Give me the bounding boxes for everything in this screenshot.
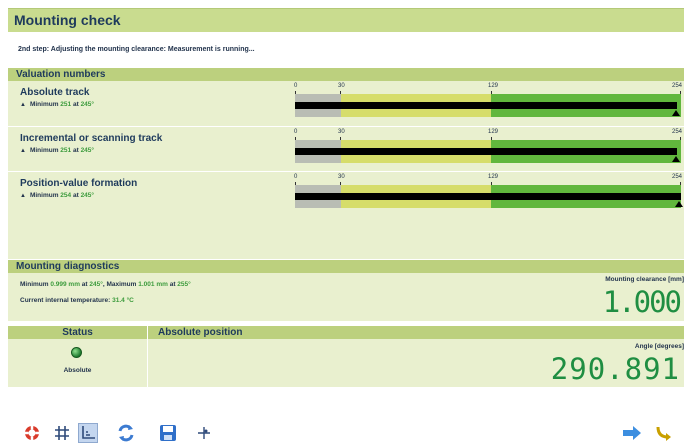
minimum-label: Minimum (20, 281, 49, 288)
minimum-marker-icon (672, 110, 680, 116)
minimum-value: 0.999 mm (50, 281, 80, 288)
scale-label-129: 129 (488, 174, 499, 180)
valuation-row-incremental-track: Incremental or scanning track ▲ Minimum 2… (8, 126, 684, 171)
valuation-bar (295, 185, 683, 208)
scale-label-0: 0 (294, 129, 298, 135)
status-heading: Status (62, 327, 93, 338)
refresh-icon[interactable] (116, 423, 136, 443)
row-minimum: ▲ Minimum 251 at 245° (20, 147, 94, 154)
minimum-marker-icon (672, 156, 680, 162)
scale-label-30: 30 (338, 129, 345, 135)
angle-label: Angle [degrees] (634, 343, 684, 350)
bar-fill (295, 148, 677, 155)
minimum-label: Minimum (29, 192, 59, 199)
maximum-value: 1.001 mm (138, 281, 168, 288)
scale-label-254: 254 (672, 129, 683, 135)
scale-label-30: 30 (338, 83, 345, 89)
minimum-angle: 245° (80, 147, 95, 154)
bottom-toolbar (0, 420, 684, 446)
temperature-value: 31.4 °C (112, 297, 134, 304)
window-title: Mounting check (14, 12, 121, 28)
valuation-heading: Valuation numbers (16, 69, 106, 80)
minimum-marker-icon (675, 201, 683, 207)
scale-label-129: 129 (488, 83, 499, 89)
at-label: at (72, 101, 79, 108)
min-max-line: Minimum 0.999 mm at 245°, Maximum 1.001 … (20, 281, 191, 288)
row-minimum: ▲ Minimum 254 at 245° (20, 192, 94, 199)
valuation-panel: Absolute track ▲ Minimum 251 at 245° 0 30… (8, 81, 684, 259)
scale-label-254: 254 (672, 83, 683, 89)
valuation-bar (295, 94, 681, 117)
save-icon[interactable] (158, 423, 178, 443)
angle-readout: 290.891 (550, 352, 680, 386)
step-status-text: 2nd step: Adjusting the mounting clearan… (18, 46, 255, 53)
bar-fill (295, 193, 681, 200)
at-label: at (72, 192, 79, 199)
exit-icon[interactable] (654, 423, 674, 443)
scale-label-129: 129 (488, 129, 499, 135)
minimum-angle: 245° (80, 101, 95, 108)
triangle-up-icon: ▲ (20, 193, 26, 199)
status-header: Status Absolute position (8, 326, 684, 339)
status-led-label: Absolute (63, 367, 92, 374)
diagnostics-header: Mounting diagnostics (8, 260, 684, 273)
diagnostics-panel: Minimum 0.999 mm at 245°, Maximum 1.001 … (8, 273, 684, 321)
minimum-label: Minimum (29, 147, 59, 154)
window-title-bar: Mounting check (8, 8, 684, 32)
valuation-header: Valuation numbers (8, 68, 684, 81)
scale-label-30: 30 (338, 174, 345, 180)
status-led-icon (71, 347, 82, 358)
minimum-angle: 245° (80, 192, 95, 199)
minimum-value: 251 (60, 101, 72, 108)
scale-label-0: 0 (294, 174, 298, 180)
valuation-bar (295, 140, 681, 163)
triangle-up-icon: ▲ (20, 148, 26, 154)
clearance-readout: 1.000 (602, 285, 682, 319)
temperature-label: Current internal temperature: (20, 297, 111, 304)
bar-fill (295, 102, 677, 109)
minimum-value: 251 (60, 147, 72, 154)
next-arrow-icon[interactable] (622, 423, 642, 443)
crosshair-icon[interactable] (194, 423, 214, 443)
at-label: at (169, 281, 176, 288)
valuation-row-absolute-track: Absolute track ▲ Minimum 251 at 245° 0 30… (8, 81, 684, 126)
temperature-line: Current internal temperature: 31.4 °C (20, 297, 134, 304)
help-icon[interactable] (22, 423, 42, 443)
minimum-angle: 245° (89, 281, 103, 288)
row-title: Absolute track (20, 87, 90, 98)
at-label: at (72, 147, 79, 154)
clearance-label: Mounting clearance [mm] (605, 276, 684, 283)
axes-icon[interactable] (78, 423, 98, 443)
minimum-value: 254 (60, 192, 72, 199)
valuation-row-position-value: Position-value formation ▲ Minimum 254 at… (8, 171, 684, 216)
at-label: at (81, 281, 88, 288)
scale-label-0: 0 (294, 83, 298, 89)
diagnostics-heading: Mounting diagnostics (16, 261, 120, 272)
scale-label-254: 254 (672, 174, 683, 180)
row-title: Incremental or scanning track (20, 133, 163, 144)
row-minimum: ▲ Minimum 251 at 245° (20, 101, 94, 108)
grid-icon[interactable] (52, 423, 72, 443)
triangle-up-icon: ▲ (20, 102, 26, 108)
maximum-label: , Maximum (102, 281, 137, 288)
status-panel: Absolute Angle [degrees] 290.891 (8, 339, 684, 387)
maximum-angle: 255° (177, 281, 191, 288)
position-heading: Absolute position (158, 327, 243, 338)
minimum-label: Minimum (29, 101, 59, 108)
row-title: Position-value formation (20, 178, 138, 189)
